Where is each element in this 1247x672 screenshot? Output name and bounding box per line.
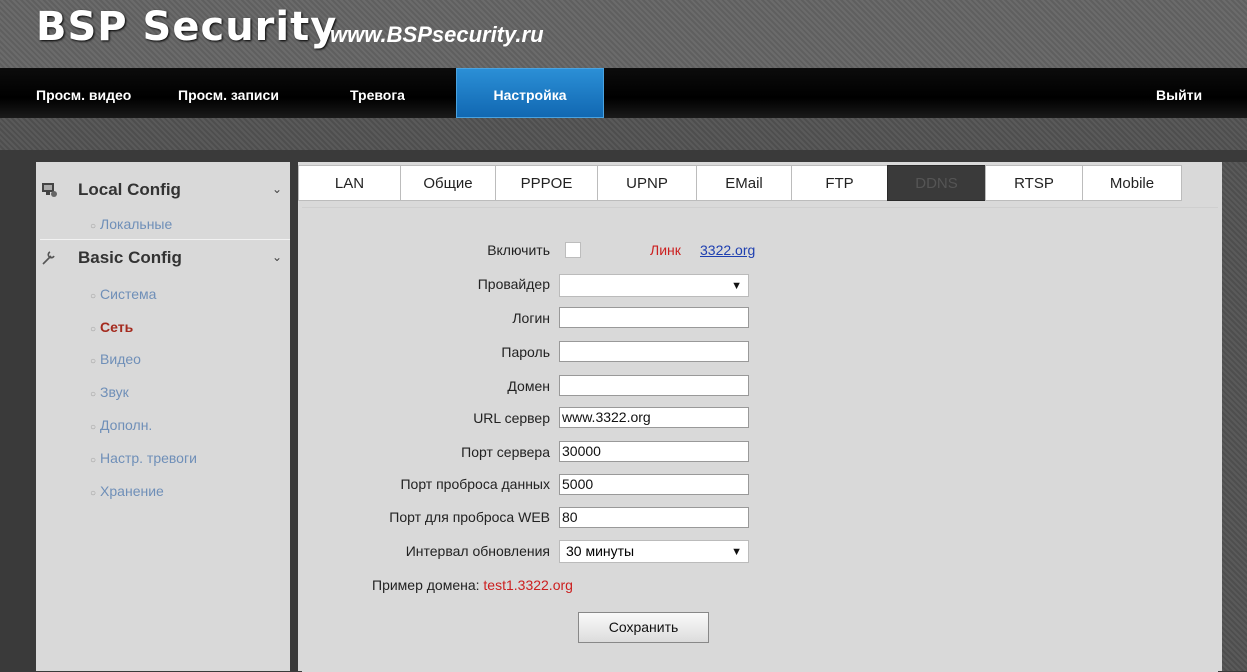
tab-upnp[interactable]: UPNP: [597, 165, 697, 201]
wrench-icon: [42, 251, 55, 265]
domain-label: Домен: [507, 378, 550, 394]
sidebar-group-title: Basic Config: [78, 248, 182, 267]
circle-bullet-icon: ○: [90, 455, 97, 466]
tab-general[interactable]: Общие: [400, 165, 496, 201]
dropdown-arrow-icon: ▼: [731, 546, 742, 558]
web-port-field[interactable]: 80: [559, 507, 749, 528]
enable-label: Включить: [487, 242, 550, 258]
brand-logo: BSP Security: [36, 4, 338, 50]
sidebar-item-storage[interactable]: ○ Хранение: [90, 483, 164, 499]
header-band: [0, 118, 1247, 150]
tab-ftp[interactable]: FTP: [791, 165, 888, 201]
sidebar-item-label: Звук: [100, 384, 129, 400]
domain-example-label: Пример домена:: [372, 577, 480, 593]
nav-alarm[interactable]: Тревога: [350, 68, 405, 118]
sidebar-item-local[interactable]: ○ Локальные: [90, 216, 172, 232]
tab-ddns[interactable]: DDNS: [887, 165, 986, 201]
web-port-label: Порт для проброса WEB: [389, 509, 550, 525]
sidebar-item-label: Настр. тревоги: [100, 450, 197, 466]
domain-example-value: test1.3322.org: [483, 577, 573, 593]
sidebar: Local Config ⌄ ○ Локальные Basic Config ⌄…: [36, 162, 290, 671]
url-server-field[interactable]: www.3322.org: [559, 407, 749, 428]
login-label: Логин: [512, 310, 550, 326]
update-interval-value: 30 минуты: [566, 543, 635, 559]
enable-checkbox[interactable]: [565, 242, 581, 258]
circle-bullet-icon: ○: [90, 422, 97, 433]
sidebar-item-label: Система: [100, 286, 157, 302]
sidebar-item-audio[interactable]: ○ Звук: [90, 384, 129, 400]
tab-lan[interactable]: LAN: [298, 165, 401, 201]
dropdown-arrow-icon: ▼: [731, 280, 742, 292]
sidebar-item-alarm-settings[interactable]: ○ Настр. тревоги: [90, 450, 197, 466]
sidebar-item-label: Видео: [100, 351, 141, 367]
url-server-label: URL сервер: [473, 410, 550, 426]
server-port-label: Порт сервера: [461, 444, 550, 460]
tab-rtsp[interactable]: RTSP: [985, 165, 1083, 201]
update-interval-label: Интервал обновления: [405, 543, 550, 559]
password-field[interactable]: [559, 341, 749, 362]
domain-field[interactable]: [559, 375, 749, 396]
logout-button[interactable]: Выйти: [1156, 68, 1202, 118]
link-label: Линк: [650, 242, 681, 258]
header-banner: BSP Security www.BSPsecurity.ru: [0, 0, 1247, 68]
sidebar-item-network[interactable]: ○ Сеть: [90, 319, 133, 335]
data-port-field[interactable]: 5000: [559, 474, 749, 495]
provider-label: Провайдер: [477, 276, 550, 292]
ddns-link[interactable]: 3322.org: [700, 242, 755, 258]
nav-live-view[interactable]: Просм. видео: [36, 68, 131, 118]
sidebar-group-local-config[interactable]: Local Config ⌄: [36, 170, 290, 206]
sidebar-item-label: Дополн.: [100, 417, 153, 433]
sidebar-item-label: Сеть: [100, 319, 134, 335]
provider-select[interactable]: ▼: [559, 274, 749, 297]
circle-bullet-icon: ○: [90, 324, 97, 335]
sidebar-item-label: Локальные: [100, 216, 173, 232]
sidebar-group-basic-config[interactable]: Basic Config ⌄: [36, 238, 290, 274]
sidebar-item-advanced[interactable]: ○ Дополн.: [90, 417, 152, 433]
top-navigation: Просм. видео Просм. записи Тревога Настр…: [0, 68, 1247, 118]
server-port-field[interactable]: 30000: [559, 441, 749, 462]
sidebar-item-system[interactable]: ○ Система: [90, 286, 156, 302]
circle-bullet-icon: ○: [90, 291, 97, 302]
update-interval-select[interactable]: 30 минуты ▼: [559, 540, 749, 563]
chevron-down-icon: ⌄: [272, 250, 283, 264]
right-background-strip: [1222, 162, 1247, 671]
nav-settings[interactable]: Настройка: [456, 68, 604, 118]
brand-website: www.BSPsecurity.ru: [330, 22, 544, 47]
sidebar-item-video[interactable]: ○ Видео: [90, 351, 141, 367]
tab-pppoe[interactable]: PPPOE: [495, 165, 598, 201]
tab-mobile[interactable]: Mobile: [1082, 165, 1182, 201]
password-label: Пароль: [501, 344, 550, 360]
monitor-icon: [42, 183, 57, 197]
domain-example: Пример домена: test1.3322.org: [372, 577, 573, 593]
sidebar-item-label: Хранение: [100, 483, 164, 499]
tab-email[interactable]: EMail: [696, 165, 792, 201]
nav-playback[interactable]: Просм. записи: [178, 68, 279, 118]
sidebar-group-title: Local Config: [78, 180, 181, 199]
login-field[interactable]: [559, 307, 749, 328]
circle-bullet-icon: ○: [90, 221, 97, 232]
circle-bullet-icon: ○: [90, 488, 97, 499]
chevron-down-icon: ⌄: [272, 182, 283, 196]
data-port-label: Порт проброса данных: [400, 476, 550, 492]
save-button[interactable]: Сохранить: [578, 612, 709, 643]
circle-bullet-icon: ○: [90, 356, 97, 367]
circle-bullet-icon: ○: [90, 389, 97, 400]
